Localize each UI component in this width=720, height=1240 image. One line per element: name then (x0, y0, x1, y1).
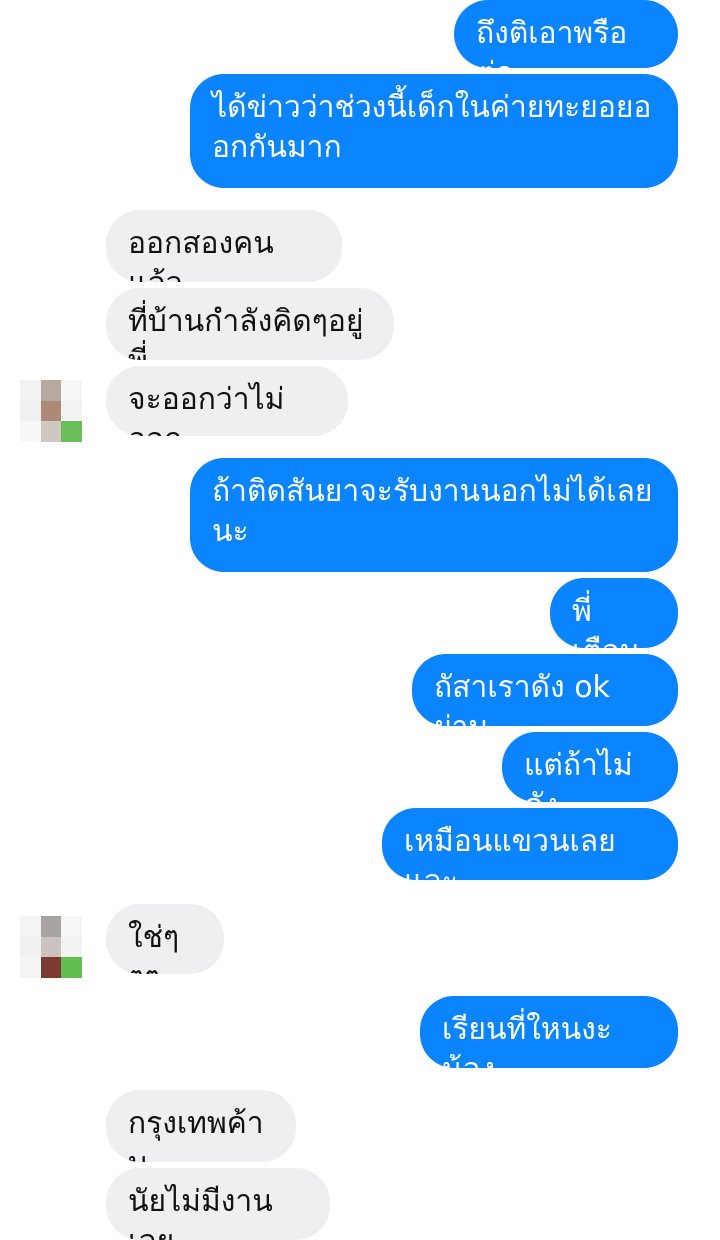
message-bubble-outgoing[interactable]: พี่เตือน (550, 578, 678, 648)
message-bubble-incoming[interactable]: นัยไม่มีงานเลย (106, 1168, 330, 1240)
message-bubble-outgoing[interactable]: ได้ข่าวว่าช่วงนี้เด็กในค่ายทะยอยอ อกกันม… (190, 74, 678, 188)
message-bubble-incoming[interactable]: ออกสองคนแล้ว (106, 210, 342, 282)
message-bubble-incoming[interactable]: ใช่ๆๆๆ (106, 904, 224, 974)
chat-thread: ถึงติเอาพรือต่อ ได้ข่าวว่าช่วงนี้เด็กในค… (0, 0, 720, 1240)
message-bubble-incoming[interactable]: จะออกว่าไม่ออก (106, 366, 348, 436)
message-bubble-outgoing[interactable]: ถัสาเราดัง ok ผ่าน (412, 654, 678, 726)
message-bubble-outgoing[interactable]: แต่ถ้าไม่ดัง (502, 732, 678, 802)
message-bubble-incoming[interactable]: ที่บ้านกำลังคิดๆอยู่พี่ (106, 288, 394, 360)
message-bubble-outgoing[interactable]: เหมือนแขวนเลยและ (382, 808, 678, 880)
message-bubble-outgoing[interactable]: ถ้าติดสันยาจะรับงานนอกไม่ได้เลย นะ (190, 458, 678, 572)
message-bubble-outgoing[interactable]: เรียนที่ใหนงะน้อง (420, 996, 678, 1068)
message-bubble-incoming[interactable]: กรุงเทพค้าบ (106, 1090, 296, 1162)
contact-avatar[interactable] (20, 916, 82, 978)
contact-avatar[interactable] (20, 380, 82, 442)
message-bubble-outgoing[interactable]: ถึงติเอาพรือต่อ (454, 0, 678, 68)
